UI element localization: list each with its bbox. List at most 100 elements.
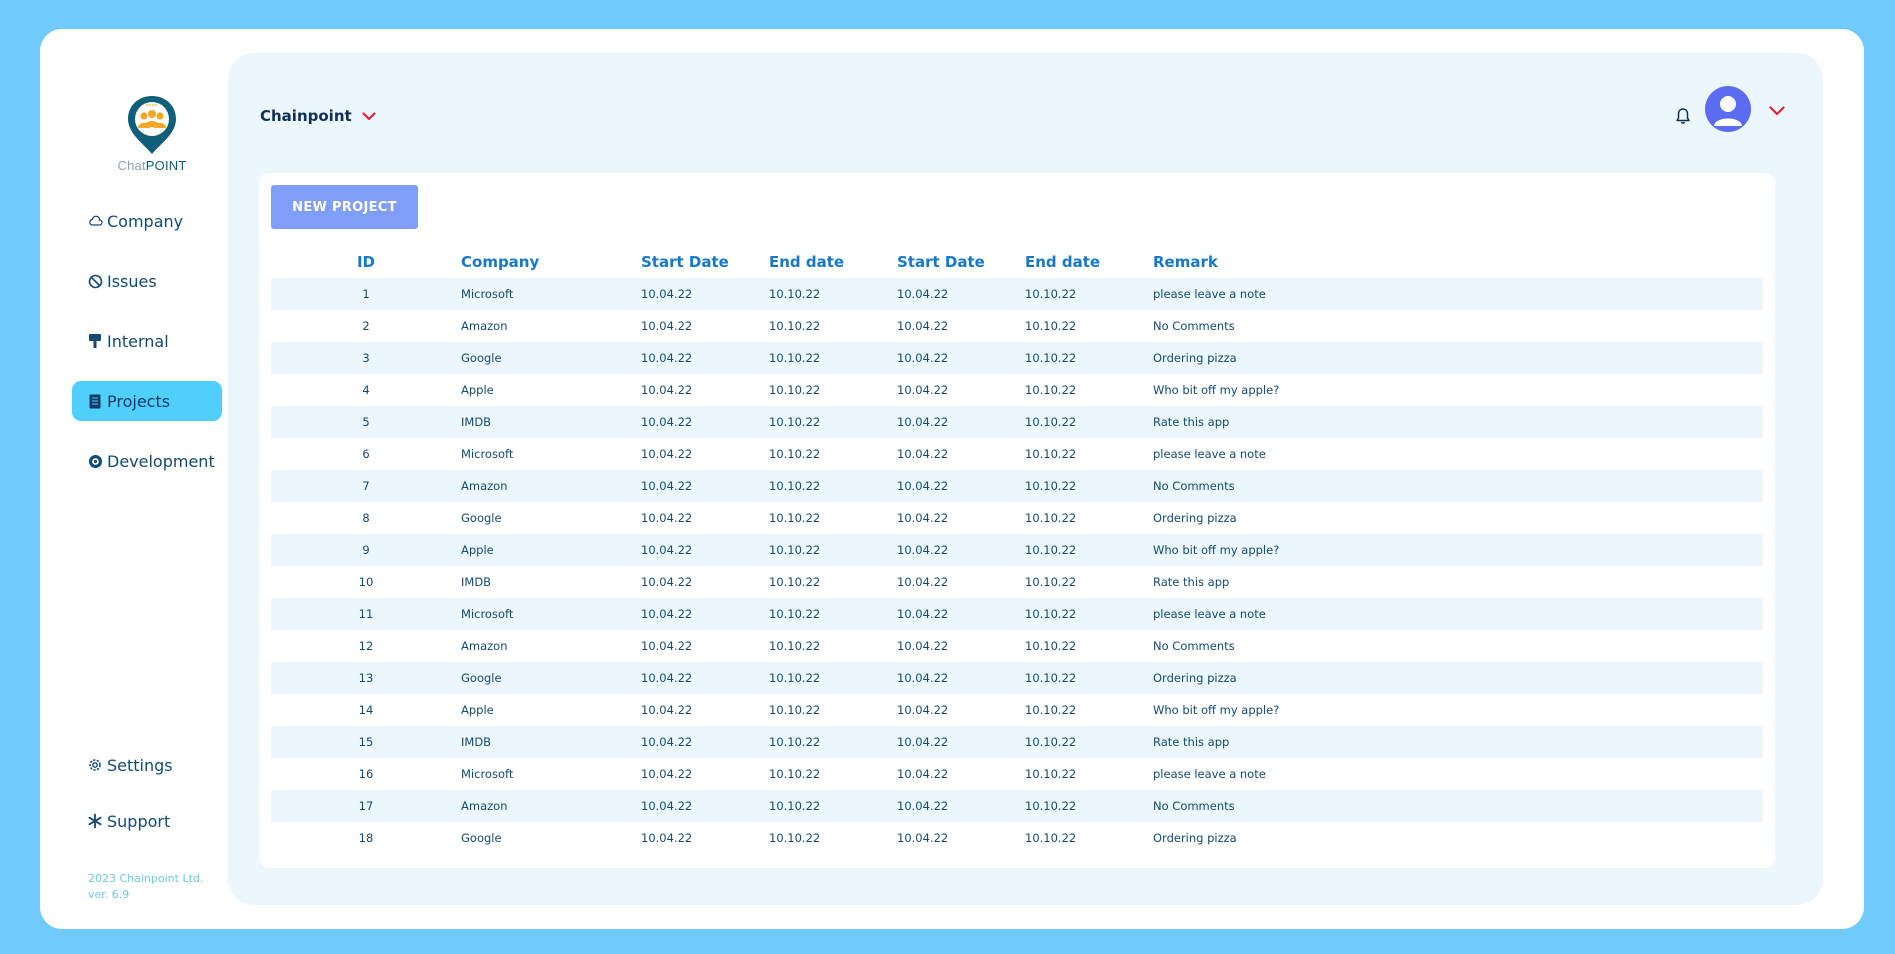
cell-remark: No Comments [1153, 479, 1235, 493]
cell-company: Google [461, 831, 502, 845]
column-header-company[interactable]: Company [461, 246, 641, 278]
table-row[interactable]: 9 Apple 10.04.22 10.10.22 10.04.22 10.10.22 Wh… [271, 534, 1763, 566]
user-avatar-icon[interactable] [1705, 86, 1751, 132]
table-row[interactable]: 18 Google 10.04.22 10.10.22 10.04.22 10.10.22… [271, 822, 1763, 854]
cell-remark: No Comments [1153, 639, 1235, 653]
sidebar-item-label: Projects [107, 391, 171, 411]
cell-start-date: 10.04.22 [641, 351, 693, 365]
sidebar-item-projects[interactable]: Projects [72, 381, 222, 421]
cell-end-date: 10.10.22 [769, 575, 821, 589]
cell-start-date: 10.04.22 [897, 607, 949, 621]
table-row[interactable]: 13 Google 10.04.22 10.10.22 10.04.22 10.10.22… [271, 662, 1763, 694]
projects-card: NEW PROJECT ID Company Start Date End da… [259, 173, 1775, 868]
cell-start-date: 10.04.22 [897, 511, 949, 525]
table-row[interactable]: 17 Amazon 10.04.22 10.10.22 10.04.22 10.10.22… [271, 790, 1763, 822]
cell-end-date: 10.10.22 [769, 319, 821, 333]
column-header-remark[interactable]: Remark [1153, 246, 1763, 278]
cell-company: Apple [461, 703, 494, 717]
sidebar-item-settings[interactable]: Settings [72, 745, 222, 785]
table-row[interactable]: 15 IMDB 10.04.22 10.10.22 10.04.22 10.10.22 Ra… [271, 726, 1763, 758]
cell-start-date: 10.04.22 [897, 703, 949, 717]
logo[interactable]: ChatPOINT [102, 94, 202, 173]
cell-company: Google [461, 671, 502, 685]
column-header-start-date[interactable]: Start Date [897, 246, 1025, 278]
table-row[interactable]: 6 Microsoft 10.04.22 10.10.22 10.04.22 10.10.… [271, 438, 1763, 470]
cell-id: 8 [362, 511, 370, 525]
cell-start-date: 10.04.22 [641, 511, 693, 525]
cell-start-date: 10.04.22 [897, 767, 949, 781]
chat-point-logo-icon [128, 96, 176, 154]
target-icon [87, 453, 103, 469]
cell-id: 11 [358, 607, 374, 621]
cell-remark: please leave a note [1153, 447, 1266, 461]
cell-end-date: 10.10.22 [769, 287, 821, 301]
cell-start-date: 10.04.22 [897, 319, 949, 333]
cell-company: Amazon [461, 319, 508, 333]
cell-start-date: 10.04.22 [897, 351, 949, 365]
cell-id: 10 [358, 575, 374, 589]
logo-text-bold: POINT [145, 158, 187, 173]
cell-start-date: 10.04.22 [641, 415, 693, 429]
column-header-end-date[interactable]: End date [1025, 246, 1153, 278]
sidebar-item-label: Issues [107, 271, 157, 291]
column-header-end-date[interactable]: End date [769, 246, 897, 278]
table-row[interactable]: 5 IMDB 10.04.22 10.10.22 10.04.22 10.10.22 Rat… [271, 406, 1763, 438]
cell-start-date: 10.04.22 [641, 479, 693, 493]
sidebar-item-internal[interactable]: Internal [72, 321, 222, 361]
cell-company: IMDB [461, 735, 492, 749]
cell-end-date: 10.10.22 [769, 607, 821, 621]
table-row[interactable]: 7 Amazon 10.04.22 10.10.22 10.04.22 10.10.22 N… [271, 470, 1763, 502]
cell-end-date: 10.10.22 [769, 831, 821, 845]
sidebar-item-label: Support [107, 811, 171, 831]
cell-remark: Rate this app [1153, 575, 1230, 589]
cell-end-date: 10.10.22 [1025, 543, 1077, 557]
sidebar: ChatPOINT Company Issues Internal Projec… [40, 29, 225, 929]
table-row[interactable]: 10 IMDB 10.04.22 10.10.22 10.04.22 10.10.22 Ra… [271, 566, 1763, 598]
cell-end-date: 10.10.22 [769, 543, 821, 557]
cell-end-date: 10.10.22 [769, 799, 821, 813]
cell-end-date: 10.10.22 [769, 511, 821, 525]
sidebar-item-issues[interactable]: Issues [72, 261, 222, 301]
bell-icon[interactable] [1675, 107, 1691, 129]
logo-text: ChatPOINT [102, 158, 202, 173]
workspace-selector[interactable]: Chainpoint [260, 107, 376, 125]
cell-start-date: 10.04.22 [897, 479, 949, 493]
cell-remark: No Comments [1153, 799, 1235, 813]
cell-id: 17 [358, 799, 374, 813]
cell-end-date: 10.10.22 [1025, 511, 1077, 525]
cell-end-date: 10.10.22 [1025, 447, 1077, 461]
table-row[interactable]: 11 Microsoft 10.04.22 10.10.22 10.04.22 10.10… [271, 598, 1763, 630]
table-row[interactable]: 16 Microsoft 10.04.22 10.10.22 10.04.22 10.10… [271, 758, 1763, 790]
table-row[interactable]: 2 Amazon 10.04.22 10.10.22 10.04.22 10.10.22 N… [271, 310, 1763, 342]
sidebar-item-label: Company [107, 211, 184, 231]
cell-start-date: 10.04.22 [897, 287, 949, 301]
column-header-start-date[interactable]: Start Date [641, 246, 769, 278]
table-row[interactable]: 12 Amazon 10.04.22 10.10.22 10.04.22 10.10.22… [271, 630, 1763, 662]
sidebar-item-support[interactable]: Support [72, 801, 222, 841]
sidebar-item-company[interactable]: Company [72, 201, 222, 241]
table-row[interactable]: 3 Google 10.04.22 10.10.22 10.04.22 10.10.22 O… [271, 342, 1763, 374]
cell-remark: Who bit off my apple? [1153, 543, 1280, 557]
cell-end-date: 10.10.22 [1025, 639, 1077, 653]
cell-end-date: 10.10.22 [1025, 383, 1077, 397]
chevron-down-icon[interactable] [1769, 101, 1785, 120]
sidebar-item-development[interactable]: Development [72, 441, 222, 481]
cell-start-date: 10.04.22 [641, 671, 693, 685]
new-project-button[interactable]: NEW PROJECT [271, 185, 418, 229]
column-header-id[interactable]: ID [271, 246, 461, 278]
cell-company: IMDB [461, 575, 492, 589]
table-row[interactable]: 4 Apple 10.04.22 10.10.22 10.04.22 10.10.22 Wh… [271, 374, 1763, 406]
table-row[interactable]: 14 Apple 10.04.22 10.10.22 10.04.22 10.10.22 W… [271, 694, 1763, 726]
cell-end-date: 10.10.22 [769, 351, 821, 365]
cell-remark: please leave a note [1153, 767, 1266, 781]
table-row[interactable]: 8 Google 10.04.22 10.10.22 10.04.22 10.10.22 O… [271, 502, 1763, 534]
cell-start-date: 10.04.22 [641, 383, 693, 397]
cell-end-date: 10.10.22 [1025, 319, 1077, 333]
cell-company: Google [461, 351, 502, 365]
cell-id: 15 [358, 735, 374, 749]
cell-company: Amazon [461, 639, 508, 653]
cell-end-date: 10.10.22 [1025, 415, 1077, 429]
table-row[interactable]: 1 Microsoft 10.04.22 10.10.22 10.04.22 10.10.… [271, 278, 1763, 310]
cell-end-date: 10.10.22 [1025, 735, 1077, 749]
cell-end-date: 10.10.22 [769, 383, 821, 397]
